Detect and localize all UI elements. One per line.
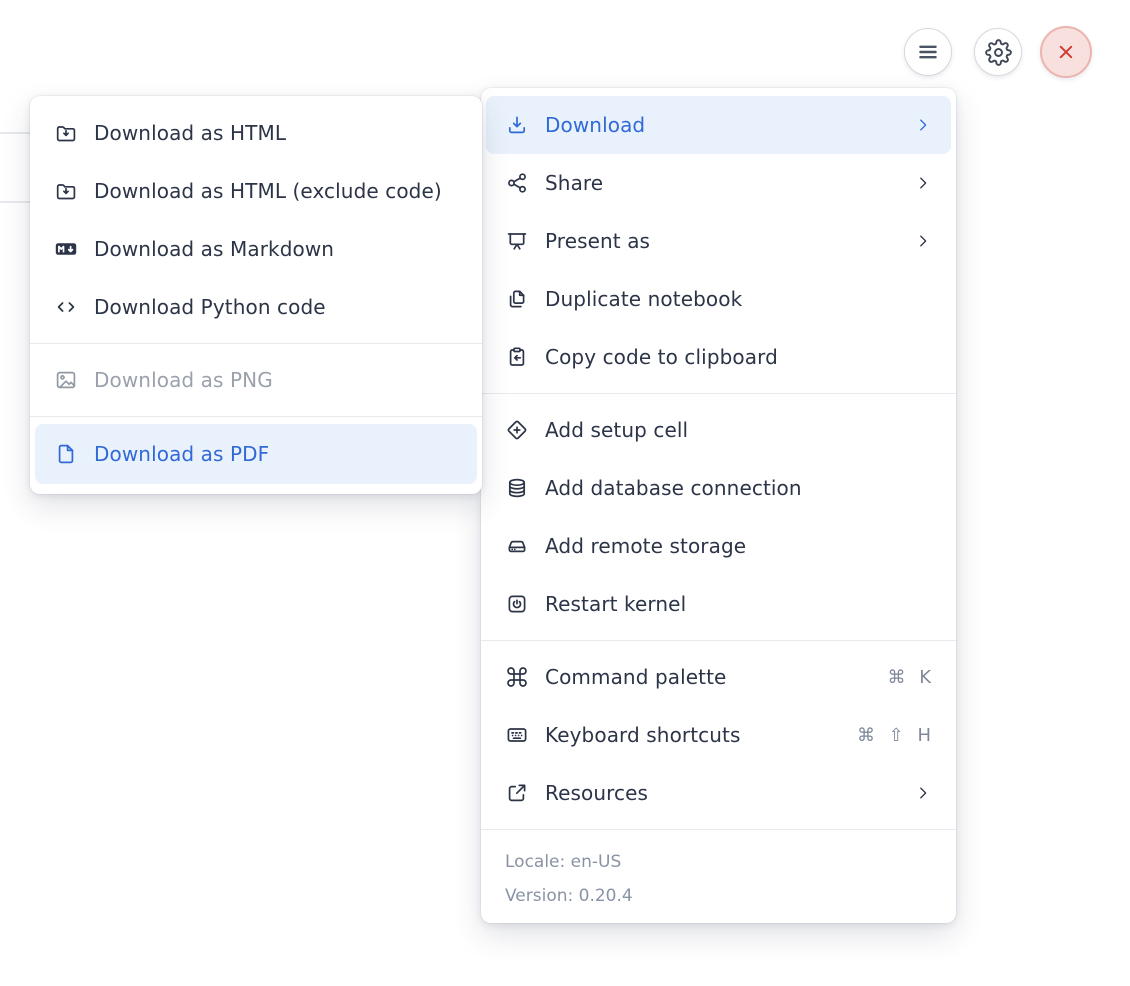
menu-item-download-as-png: Download as PNG	[30, 351, 482, 409]
chevron-right-icon	[914, 232, 932, 250]
menu-item-label: Share	[545, 171, 604, 195]
menu-item-label: Add remote storage	[545, 534, 747, 558]
menu-item-command-palette[interactable]: Command palette ⌘ K	[481, 648, 956, 706]
menu-item-label: Download as Markdown	[94, 237, 335, 261]
menu-item-add-setup-cell[interactable]: Add setup cell	[481, 401, 956, 459]
menu-item-restart-kernel[interactable]: Restart kernel	[481, 575, 956, 633]
menu-item-present-as[interactable]: Present as	[481, 212, 956, 270]
menu-item-label: Command palette	[545, 665, 727, 689]
menu-item-duplicate-notebook[interactable]: Duplicate notebook	[481, 270, 956, 328]
download-icon	[505, 113, 529, 137]
duplicate-icon	[505, 287, 529, 311]
menu-item-download-as-html-exclude-code[interactable]: Download as HTML (exclude code)	[30, 162, 482, 220]
chevron-right-icon	[914, 116, 932, 134]
menu-divider	[30, 416, 482, 417]
menu-item-add-remote-storage[interactable]: Add remote storage	[481, 517, 956, 575]
share-icon	[505, 171, 529, 195]
menu-item-label: Resources	[545, 781, 649, 805]
menu-item-label: Download as HTML	[94, 121, 287, 145]
diamond-plus-icon	[505, 418, 529, 442]
menu-divider	[481, 393, 956, 394]
menu-item-add-database-connection[interactable]: Add database connection	[481, 459, 956, 517]
menu-item-label: Copy code to clipboard	[545, 345, 778, 369]
gear-icon	[984, 38, 1012, 66]
menu-item-label: Download Python code	[94, 295, 326, 319]
close-button[interactable]	[1040, 26, 1092, 78]
hard-drive-icon	[505, 534, 529, 558]
menu-item-label: Present as	[545, 229, 651, 253]
menu-item-share[interactable]: Share	[481, 154, 956, 212]
menu-item-label: Add setup cell	[545, 418, 689, 442]
version-text: Version: 0.20.4	[505, 886, 633, 906]
database-icon	[505, 476, 529, 500]
file-pdf-icon	[54, 442, 78, 466]
menu-item-download[interactable]: Download	[486, 96, 951, 154]
folder-download-icon	[54, 121, 78, 145]
menu-item-label: Download as HTML (exclude code)	[94, 179, 442, 203]
shortcut-hint: ⌘ ⇧ H	[856, 724, 932, 746]
page-underlay-line	[0, 132, 30, 134]
page-underlay-line	[0, 201, 30, 203]
menu-item-download-python-code[interactable]: Download Python code	[30, 278, 482, 336]
menu-item-label: Download	[545, 113, 646, 137]
settings-button[interactable]	[974, 28, 1022, 76]
external-link-icon	[505, 781, 529, 805]
menu-item-download-as-markdown[interactable]: Download as Markdown	[30, 220, 482, 278]
markdown-icon	[54, 237, 78, 261]
clipboard-paste-icon	[505, 345, 529, 369]
keyboard-icon	[505, 723, 529, 747]
menu-item-label: Duplicate notebook	[545, 287, 743, 311]
hamburger-menu-button[interactable]	[904, 28, 952, 76]
main-menu: Download Share Present as Duplicate noteboo…	[481, 88, 956, 923]
close-icon	[1054, 40, 1078, 64]
menu-item-label: Restart kernel	[545, 592, 687, 616]
menu-item-label: Keyboard shortcuts	[545, 723, 741, 747]
menu-footer: Locale: en-US Version: 0.20.4	[481, 837, 956, 913]
chevron-right-icon	[914, 784, 932, 802]
menu-divider	[481, 640, 956, 641]
menu-item-label: Download as PDF	[94, 442, 270, 466]
image-icon	[54, 368, 78, 392]
menu-item-label: Download as PNG	[94, 368, 273, 392]
power-square-icon	[505, 592, 529, 616]
chevron-right-icon	[914, 174, 932, 192]
command-icon	[505, 665, 529, 689]
menu-item-resources[interactable]: Resources	[481, 764, 956, 822]
menu-divider	[30, 343, 482, 344]
hamburger-icon	[915, 39, 941, 65]
code-icon	[54, 295, 78, 319]
present-icon	[505, 229, 529, 253]
menu-item-keyboard-shortcuts[interactable]: Keyboard shortcuts ⌘ ⇧ H	[481, 706, 956, 764]
menu-divider	[481, 829, 956, 830]
menu-item-download-as-html[interactable]: Download as HTML	[30, 104, 482, 162]
menu-item-label: Add database connection	[545, 476, 802, 500]
download-submenu: Download as HTML Download as HTML (exclud…	[30, 96, 482, 494]
menu-item-copy-code-to-clipboard[interactable]: Copy code to clipboard	[481, 328, 956, 386]
menu-item-download-as-pdf[interactable]: Download as PDF	[35, 424, 477, 484]
shortcut-hint: ⌘ K	[887, 666, 932, 688]
locale-text: Locale: en-US	[505, 852, 622, 872]
folder-download-icon	[54, 179, 78, 203]
